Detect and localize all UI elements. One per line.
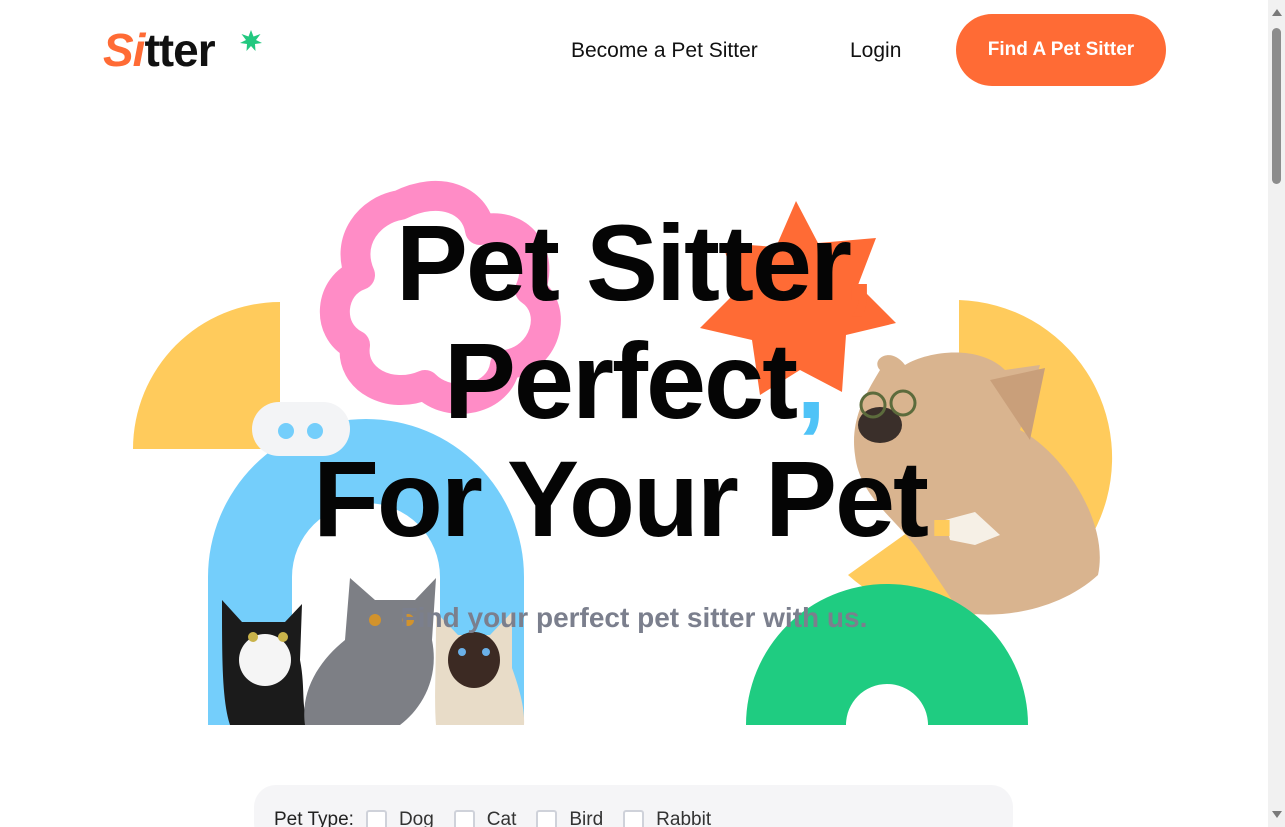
nav-login-link[interactable]: Login [850,38,901,64]
dog-checkbox[interactable] [365,810,387,827]
logo[interactable]: Sitter [103,24,216,76]
filter-option-rabbit[interactable]: Rabbit [623,807,711,827]
scrollbar[interactable] [1268,0,1285,827]
bird-checkbox[interactable] [536,810,558,827]
pet-type-filter: Pet Type: Dog Cat Bird Rabbit [254,785,1013,827]
cat-checkbox[interactable] [453,810,475,827]
hero-comma-blue: , [796,320,826,441]
hero-period-yellow: . [927,438,957,559]
filter-option-dog[interactable]: Dog [365,807,434,827]
filter-label: Pet Type: [274,809,354,827]
nav-become-pet-sitter-link[interactable]: Become a Pet Sitter [571,38,758,64]
filter-option-label: Bird [569,809,604,827]
rabbit-checkbox[interactable] [623,810,645,827]
hero-line-2-text: Perfect [443,320,798,441]
scrollbar-thumb[interactable] [1272,28,1281,184]
cats-illustration [222,578,525,725]
filter-option-label: Rabbit [656,809,712,827]
hero-subtitle: Find your perfect pet sitter with us. [400,602,868,633]
site-header: Sitter Become a Pet Sitter Login Find A … [0,0,1268,100]
hero-line-3-text: For Your Pet [312,438,929,559]
hero-line-3: For Your Pet. [0,440,1268,558]
filter-option-label: Cat [486,809,517,827]
logo-rest: tter [144,24,215,76]
hero-line-1-text: Pet Sitter [395,202,846,323]
hero-title: Pet Sitter, Perfect, For Your Pet. [0,204,1268,558]
filter-option-bird[interactable]: Bird [536,807,603,827]
scroll-up-arrow-icon[interactable] [1272,9,1282,16]
hero-comma-orange: , [844,202,874,323]
filter-option-label: Dog [398,809,434,827]
star-burst-icon [240,30,262,51]
logo-si: Si [103,24,145,76]
hero-line-1: Pet Sitter, [0,204,1268,322]
hero-line-2: Perfect, [0,322,1268,440]
find-pet-sitter-button[interactable]: Find A Pet Sitter [956,14,1166,86]
filter-option-cat[interactable]: Cat [453,807,517,827]
scroll-down-arrow-icon[interactable] [1272,811,1282,818]
